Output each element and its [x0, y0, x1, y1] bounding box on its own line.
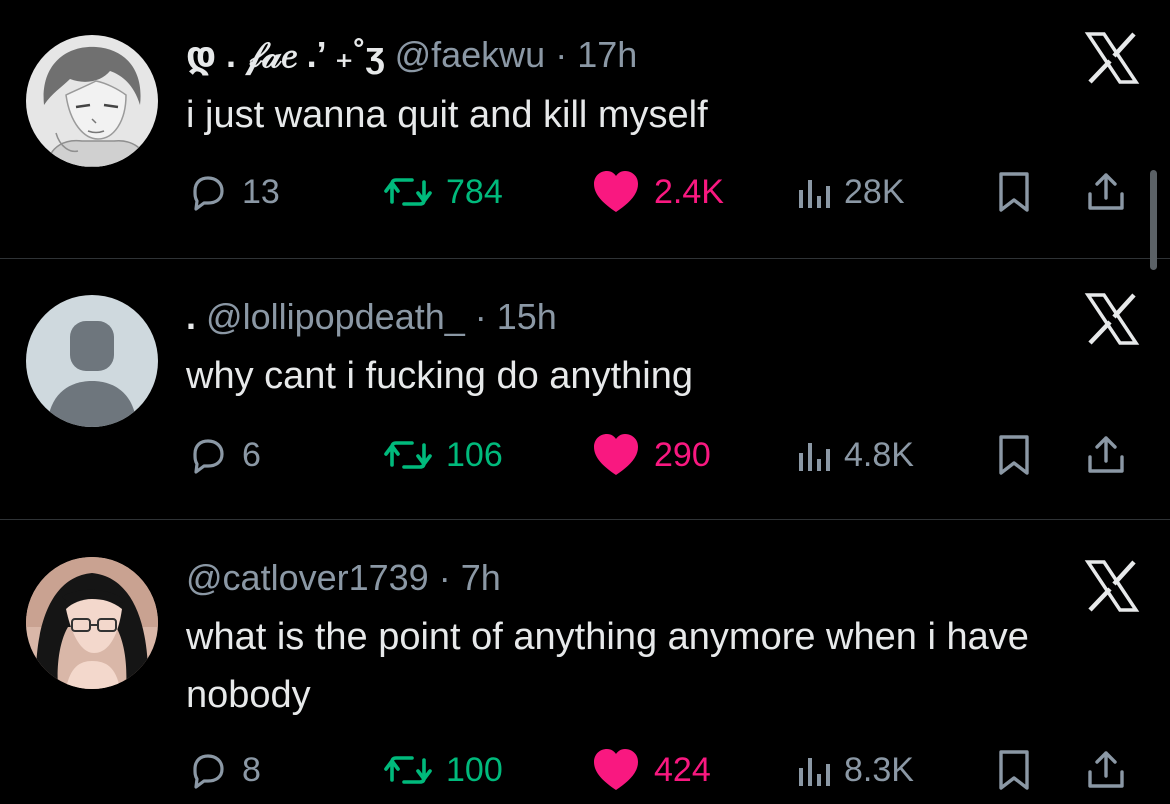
repost-button[interactable]: 784: [382, 164, 503, 220]
handle[interactable]: @faekwu: [395, 34, 546, 75]
handle[interactable]: @lollipopdeath_: [206, 296, 465, 337]
avatar[interactable]: [26, 557, 158, 689]
post[interactable]: @catlover1739 · 7h what is the point of …: [0, 520, 1170, 804]
repost-icon: [384, 441, 432, 469]
post-text: what is the point of anything anymore wh…: [186, 616, 1029, 716]
reply-button[interactable]: 13: [186, 164, 280, 220]
bookmark-icon: [999, 435, 1029, 475]
action-bar: 6 106 290 4.8K: [0, 427, 1170, 483]
views-icon: [799, 758, 830, 786]
post-text: why cant i fucking do anything: [186, 355, 693, 397]
x-logo-icon[interactable]: [1082, 556, 1142, 616]
reply-icon: [193, 754, 224, 789]
x-logo-icon[interactable]: [1082, 289, 1142, 349]
heart-icon: [594, 749, 638, 790]
views-button[interactable]: 4.8K: [796, 427, 914, 483]
separator-dot: ·: [428, 557, 461, 598]
action-bar: 8 100 424 8.3K: [0, 742, 1170, 798]
repost-icon: [384, 756, 432, 784]
timestamp[interactable]: 17h: [577, 34, 637, 75]
post[interactable]: დ . 𝒻𝒶𝑒 .’ ₊˚ʒ @faekwu · 17h i just wann…: [0, 0, 1170, 258]
scrollbar[interactable]: [1150, 170, 1157, 270]
post-header: დ . 𝒻𝒶𝑒 .’ ₊˚ʒ @faekwu · 17h: [186, 33, 637, 77]
like-button[interactable]: 290: [590, 427, 711, 483]
reply-icon: [193, 439, 224, 474]
x-logo-icon[interactable]: [1082, 28, 1142, 88]
reply-count: 6: [242, 435, 261, 474]
views-button[interactable]: 8.3K: [796, 742, 914, 798]
repost-count: 100: [446, 750, 503, 789]
share-button[interactable]: [1084, 427, 1128, 483]
views-count: 8.3K: [844, 750, 914, 789]
like-button[interactable]: 424: [590, 742, 711, 798]
views-count: 4.8K: [844, 435, 914, 474]
reply-button[interactable]: 8: [186, 742, 261, 798]
repost-button[interactable]: 100: [382, 742, 503, 798]
repost-icon: [384, 178, 432, 206]
display-name[interactable]: .: [186, 296, 196, 337]
separator-dot: ·: [464, 296, 497, 337]
display-name[interactable]: დ . 𝒻𝒶𝑒 .’ ₊˚ʒ: [186, 34, 385, 75]
separator-dot: ·: [545, 34, 578, 75]
handle[interactable]: @catlover1739: [186, 557, 429, 598]
post[interactable]: . @lollipopdeath_ · 15h why cant i fucki…: [0, 259, 1170, 519]
like-count: 424: [654, 750, 711, 789]
post-text: i just wanna quit and kill myself: [186, 94, 708, 136]
share-button[interactable]: [1084, 164, 1128, 220]
action-bar: 13 784 2.4K 28K: [0, 164, 1170, 220]
heart-icon: [594, 171, 638, 212]
avatar[interactable]: [26, 295, 158, 427]
share-icon: [1088, 173, 1124, 210]
share-button[interactable]: [1084, 742, 1128, 798]
views-icon: [799, 443, 830, 471]
timestamp[interactable]: 15h: [497, 296, 557, 337]
post-header: @catlover1739 · 7h: [186, 556, 501, 600]
repost-count: 106: [446, 435, 503, 474]
share-icon: [1088, 751, 1124, 788]
reply-icon: [193, 176, 224, 211]
repost-button[interactable]: 106: [382, 427, 503, 483]
like-count: 2.4K: [654, 172, 724, 211]
bookmark-button[interactable]: [996, 164, 1032, 220]
reply-count: 8: [242, 750, 261, 789]
timeline-feed[interactable]: დ . 𝒻𝒶𝑒 .’ ₊˚ʒ @faekwu · 17h i just wann…: [0, 0, 1170, 804]
views-button[interactable]: 28K: [796, 164, 905, 220]
reply-button[interactable]: 6: [186, 427, 261, 483]
bookmark-button[interactable]: [996, 427, 1032, 483]
like-button[interactable]: 2.4K: [590, 164, 724, 220]
avatar[interactable]: [26, 35, 158, 167]
bookmark-icon: [999, 172, 1029, 212]
bookmark-button[interactable]: [996, 742, 1032, 798]
repost-count: 784: [446, 172, 503, 211]
post-header: . @lollipopdeath_ · 15h: [186, 295, 557, 339]
timestamp[interactable]: 7h: [461, 557, 501, 598]
views-icon: [799, 180, 830, 208]
bookmark-icon: [999, 750, 1029, 790]
heart-icon: [594, 434, 638, 475]
like-count: 290: [654, 435, 711, 474]
reply-count: 13: [242, 172, 280, 211]
views-count: 28K: [844, 172, 905, 211]
share-icon: [1088, 436, 1124, 473]
